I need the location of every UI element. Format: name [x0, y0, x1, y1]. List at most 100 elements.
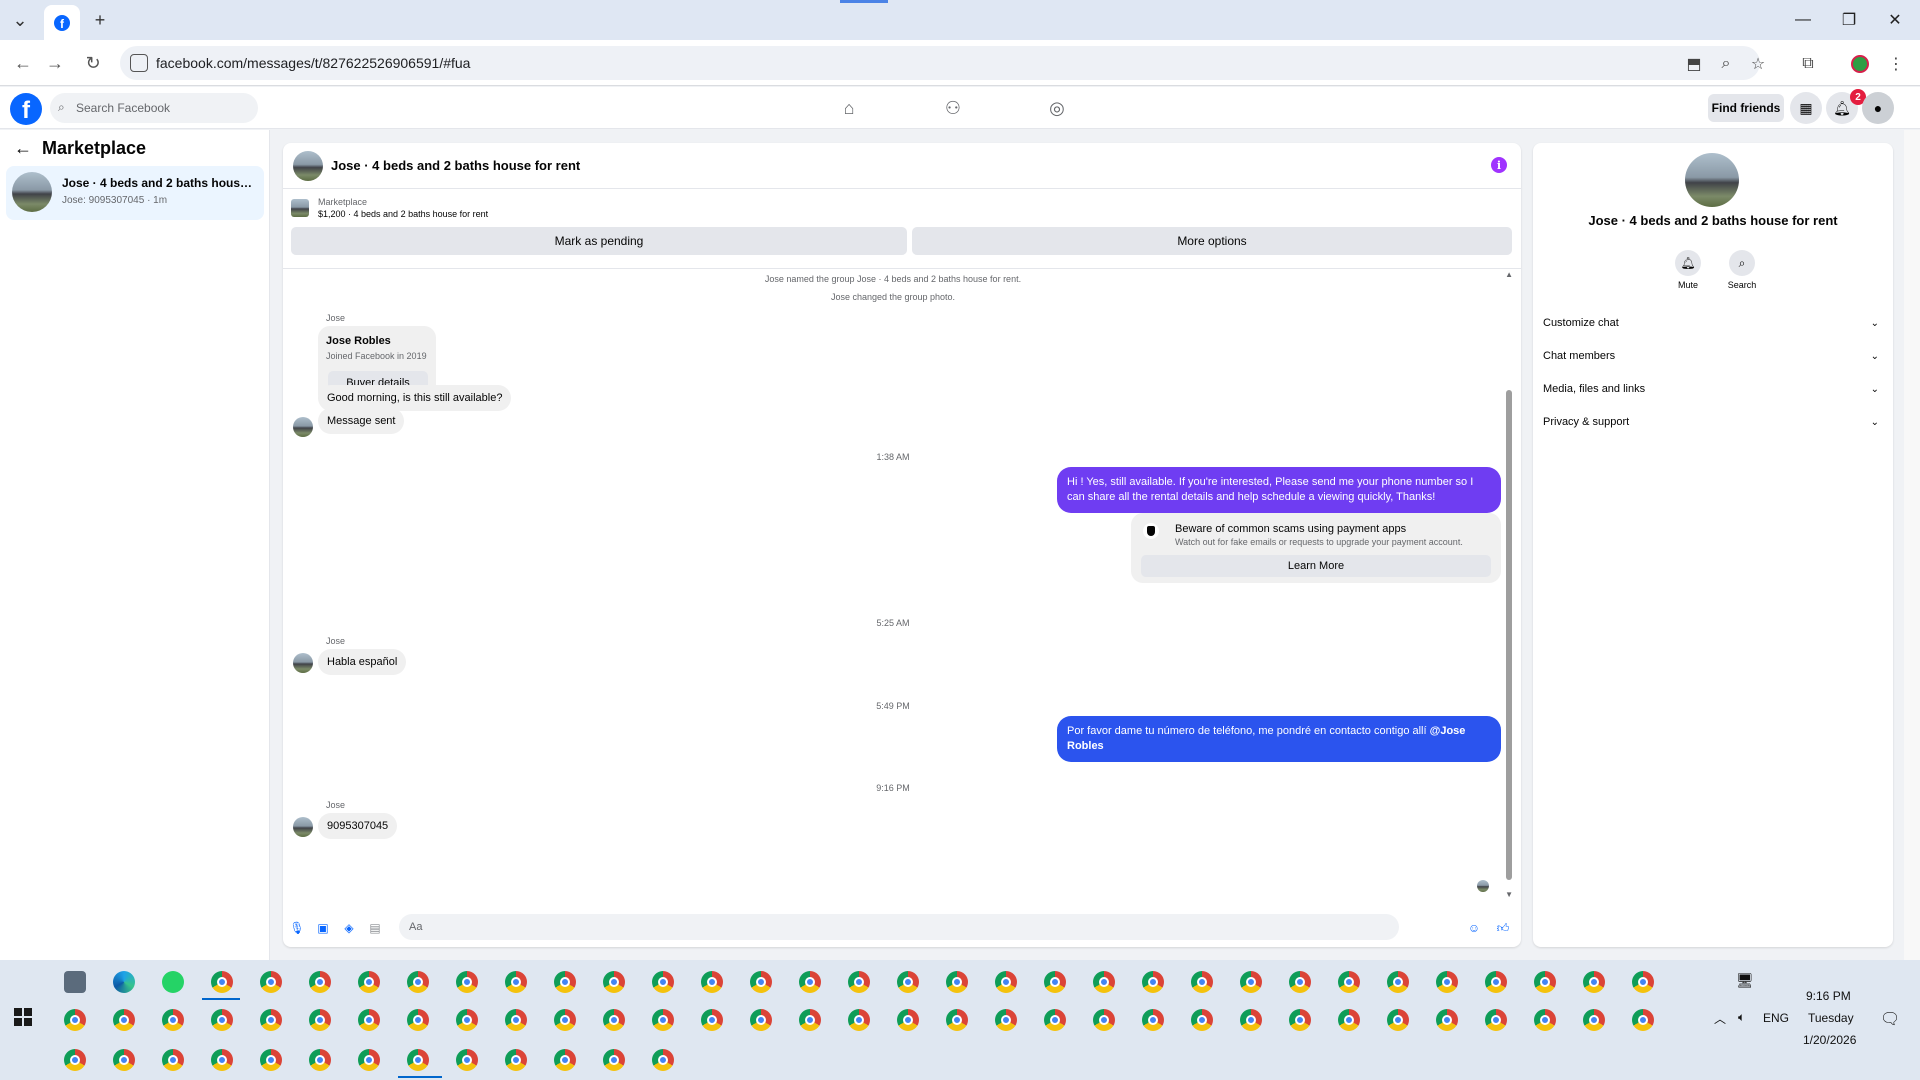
chrome-icon[interactable] — [652, 971, 674, 993]
mark-as-pending-button[interactable]: Mark as pending — [291, 227, 907, 255]
language-indicator[interactable]: ENG — [1763, 1011, 1789, 1025]
extensions-icon[interactable]: ⧉ — [1796, 52, 1820, 76]
listing-price[interactable]: $1,200 · 4 beds and 2 baths house for re… — [318, 209, 488, 219]
chrome-icon[interactable] — [1436, 971, 1458, 993]
chrome-icon[interactable] — [652, 1009, 674, 1031]
chrome-icon[interactable] — [1534, 1009, 1556, 1031]
chrome-icon[interactable] — [309, 1009, 331, 1031]
new-tab-icon[interactable]: + — [86, 6, 114, 34]
like-icon[interactable]: 👍︎ — [1495, 920, 1511, 936]
chrome-icon[interactable] — [211, 1009, 233, 1031]
chrome-icon[interactable] — [946, 971, 968, 993]
chrome-icon[interactable] — [260, 1009, 282, 1031]
chrome-icon[interactable] — [162, 1049, 184, 1071]
chrome-icon[interactable] — [554, 971, 576, 993]
chrome-icon[interactable] — [505, 971, 527, 993]
emoji-icon[interactable]: ☺ — [1466, 920, 1482, 936]
chrome-icon[interactable] — [211, 971, 233, 993]
chat-members-row[interactable]: Chat members ⌄ — [1543, 341, 1883, 371]
restore-icon[interactable]: ❐ — [1826, 0, 1872, 40]
facebook-logo-icon[interactable]: f — [10, 93, 42, 125]
chrome-icon[interactable] — [505, 1009, 527, 1031]
chrome-icon[interactable] — [1338, 1009, 1360, 1031]
info-icon[interactable]: i — [1491, 157, 1507, 173]
chrome-icon[interactable] — [897, 971, 919, 993]
chrome-icon[interactable] — [1583, 971, 1605, 993]
conversation-item[interactable]: Jose · 4 beds and 2 baths house fo... Jo… — [6, 166, 264, 220]
chrome-icon[interactable] — [309, 1049, 331, 1071]
chrome-icon[interactable] — [701, 1009, 723, 1031]
clock-time[interactable]: 9:16 PM — [1806, 989, 1851, 1003]
chrome-icon[interactable] — [113, 1009, 135, 1031]
chrome-icon[interactable] — [1142, 971, 1164, 993]
chrome-icon[interactable] — [456, 971, 478, 993]
chrome-icon[interactable] — [1632, 1009, 1654, 1031]
chrome-icon[interactable] — [407, 1009, 429, 1031]
chrome-icon[interactable] — [407, 1049, 429, 1071]
chrome-icon[interactable] — [603, 1009, 625, 1031]
chrome-icon[interactable] — [64, 1009, 86, 1031]
windows-start-icon[interactable] — [14, 1008, 32, 1026]
chrome-icon[interactable] — [260, 971, 282, 993]
media-files-links-row[interactable]: Media, files and links ⌄ — [1543, 374, 1883, 404]
chrome-icon[interactable] — [1485, 1009, 1507, 1031]
facebook-search-input[interactable]: ⌕ Search Facebook — [50, 93, 258, 123]
explorer-icon[interactable] — [64, 971, 86, 993]
chrome-icon[interactable] — [603, 971, 625, 993]
bookmark-star-icon[interactable]: ☆ — [1746, 52, 1770, 76]
mute-button[interactable]: 🔔︎ Mute — [1663, 250, 1713, 290]
privacy-support-row[interactable]: Privacy & support ⌄ — [1543, 407, 1883, 437]
chrome-icon[interactable] — [1093, 1009, 1115, 1031]
chrome-icon[interactable] — [407, 971, 429, 993]
chrome-icon[interactable] — [750, 1009, 772, 1031]
chrome-icon[interactable] — [995, 1009, 1017, 1031]
chrome-icon[interactable] — [1093, 971, 1115, 993]
chrome-icon[interactable] — [701, 971, 723, 993]
show-hidden-icons[interactable]: ︿ — [1714, 1010, 1726, 1027]
microphone-icon[interactable]: 🎙︎ — [289, 920, 305, 936]
chrome-icon[interactable] — [750, 971, 772, 993]
chat-title[interactable]: Jose · 4 beds and 2 baths house for rent — [331, 158, 580, 173]
reload-icon[interactable]: ↻ — [80, 50, 106, 76]
chrome-icon[interactable] — [64, 1049, 86, 1071]
chrome-icon[interactable] — [897, 1009, 919, 1031]
tab-search-icon[interactable]: ⌄ — [6, 6, 34, 34]
chrome-icon[interactable] — [1191, 1009, 1213, 1031]
message-input[interactable]: Aa — [399, 914, 1399, 940]
minimize-icon[interactable]: — — [1780, 0, 1826, 40]
close-window-icon[interactable]: ✕ — [1872, 0, 1918, 40]
chrome-icon[interactable] — [848, 971, 870, 993]
gif-icon[interactable]: ▤ — [367, 920, 383, 936]
photo-icon[interactable]: ▣ — [315, 920, 331, 936]
chrome-icon[interactable] — [946, 1009, 968, 1031]
account-avatar[interactable]: ● — [1862, 92, 1894, 124]
chrome-icon[interactable] — [456, 1009, 478, 1031]
back-arrow-icon[interactable]: ← — [14, 138, 32, 159]
network-icon[interactable]: 🖥︎ — [1736, 972, 1754, 989]
chrome-icon[interactable] — [1289, 1009, 1311, 1031]
tab-facebook[interactable]: f — [44, 5, 80, 40]
sender-avatar[interactable] — [293, 417, 313, 437]
profile-icon[interactable] — [1848, 52, 1872, 76]
chrome-icon[interactable] — [1534, 971, 1556, 993]
chrome-icon[interactable] — [358, 971, 380, 993]
chrome-icon[interactable] — [1289, 971, 1311, 993]
chrome-icon[interactable] — [1387, 1009, 1409, 1031]
learn-more-button[interactable]: Learn More — [1141, 555, 1491, 577]
menu-grid-icon[interactable]: ▦ — [1790, 92, 1822, 124]
home-icon[interactable]: ⌂ — [834, 95, 864, 121]
chrome-icon[interactable] — [603, 1049, 625, 1071]
site-info-icon[interactable] — [130, 54, 148, 72]
chrome-icon[interactable] — [1632, 971, 1654, 993]
page-scrollbar[interactable] — [1904, 130, 1920, 960]
chrome-icon[interactable] — [799, 971, 821, 993]
chrome-icon[interactable] — [554, 1009, 576, 1031]
sender-avatar[interactable] — [293, 817, 313, 837]
chrome-icon[interactable] — [1583, 1009, 1605, 1031]
sticker-icon[interactable]: ◈ — [341, 920, 357, 936]
chrome-icon[interactable] — [799, 1009, 821, 1031]
scroll-up-icon[interactable]: ▲ — [1505, 270, 1513, 279]
chrome-icon[interactable] — [113, 1049, 135, 1071]
chrome-icon[interactable] — [505, 1049, 527, 1071]
chrome-icon[interactable] — [1142, 1009, 1164, 1031]
